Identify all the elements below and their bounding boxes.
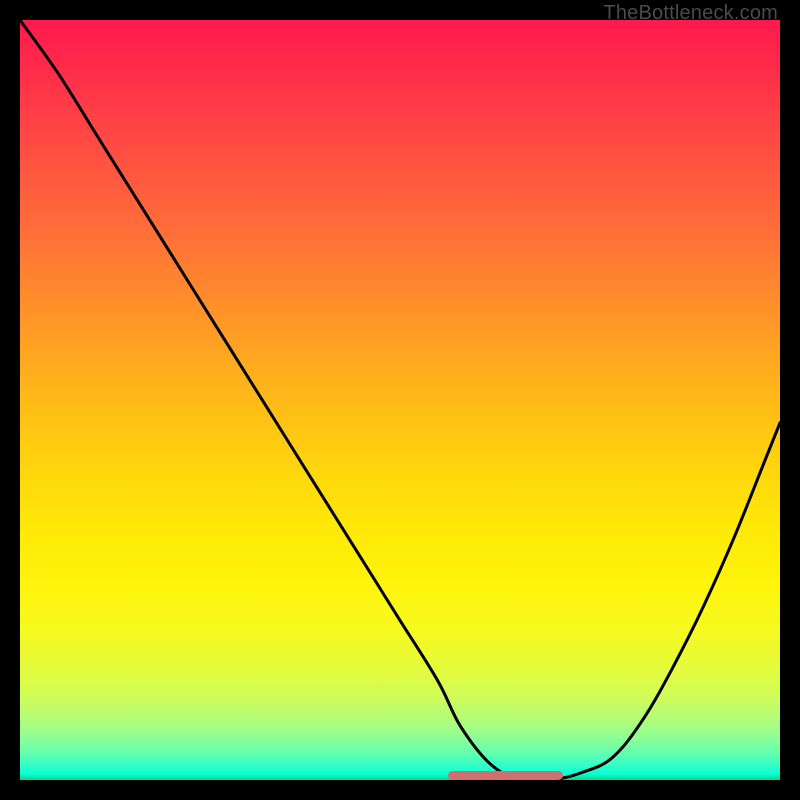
watermark-text: TheBottleneck.com bbox=[603, 2, 778, 25]
chart-frame: TheBottleneck.com bbox=[0, 0, 800, 800]
optimal-range-highlight bbox=[448, 771, 563, 780]
bottleneck-curve bbox=[20, 20, 780, 780]
